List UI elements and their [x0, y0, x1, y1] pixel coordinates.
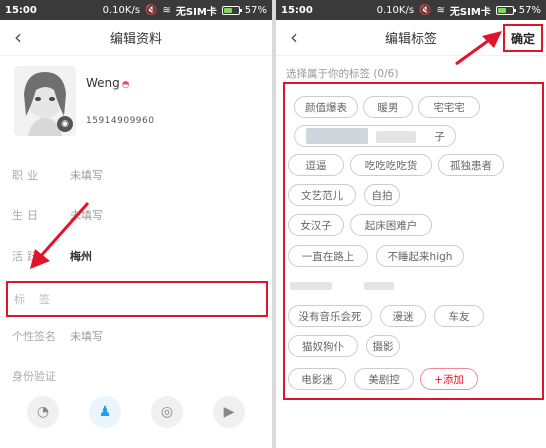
nav-bar: ‹ 编辑资料 [0, 20, 272, 56]
tag-chip[interactable]: 颜值爆表 [294, 96, 358, 118]
tag-chip[interactable]: 宅宅宅 [418, 96, 480, 118]
blurred-text [290, 282, 332, 290]
back-icon[interactable]: ‹ [290, 27, 298, 47]
row-job[interactable]: 职业 未填写 [0, 163, 272, 187]
female-icon: ◓ [121, 80, 130, 90]
status-time: 15:00 [5, 4, 37, 16]
page-title: 编辑标签 [384, 32, 437, 47]
nav-bar: ‹ 编辑标签 确定 [276, 20, 546, 56]
add-tag-button[interactable]: +添加 [420, 368, 478, 390]
blurred-text [376, 131, 416, 143]
battery-percent: 57% [244, 4, 267, 16]
tag-chip[interactable]: 文艺范儿 [288, 184, 356, 206]
tag-chip[interactable]: 吃吃吃吃货 [350, 154, 432, 176]
row-label: 活跃 [12, 250, 42, 263]
tag-chip[interactable]: 不睡起来high [376, 245, 464, 267]
row-tags[interactable]: 标签 [6, 281, 268, 317]
confirm-button[interactable]: 确定 [503, 24, 543, 52]
row-label: 生日 [12, 209, 42, 222]
battery-icon [495, 5, 516, 15]
row-label: 职业 [12, 169, 42, 182]
qq-icon[interactable]: ♟ [89, 396, 121, 428]
tags-hint: 选择属于你的标签 (0/6) [286, 68, 399, 80]
tag-chip[interactable]: 女汉子 [288, 214, 344, 236]
row-label: 标签 [14, 293, 64, 306]
profile-header: ◉ Weng ◓ 15914909960 [0, 56, 272, 144]
row-birthday[interactable]: 生日 未填写 [0, 203, 272, 227]
row-identity: 身份验证 [0, 364, 272, 388]
row-value: 未填写 [70, 209, 103, 222]
camera-icon[interactable]: ◉ [57, 116, 73, 132]
page-title: 编辑资料 [109, 32, 162, 47]
edit-tags-screen: 15:00 0.10K/s 🔇 ≋ 无SIM卡 57% ‹ 编辑标签 确定 选择… [276, 0, 546, 448]
tag-chip[interactable]: 电影迷 [288, 368, 346, 390]
row-value: 梅州 [70, 250, 92, 263]
tag-chip[interactable]: 猫奴狗仆 [288, 335, 358, 357]
status-bar: 15:00 0.10K/s 🔇 ≋ 无SIM卡 57% [276, 0, 546, 20]
edit-profile-screen: 15:00 0.10K/s 🔇 ≋ 无SIM卡 57% ‹ 编辑资料 ◉ Wen… [0, 0, 272, 448]
status-time: 15:00 [281, 4, 313, 16]
tag-chip[interactable]: 一直在路上 [288, 245, 368, 267]
mute-icon: 🔇 [419, 4, 432, 16]
username: Weng [86, 76, 120, 90]
sim-status: 无SIM卡 [175, 6, 217, 18]
video-camera-icon[interactable]: ▶ [213, 396, 245, 428]
wifi-icon: ≋ [436, 4, 445, 16]
row-label: 身份验证 [12, 370, 56, 383]
row-value: 未填写 [70, 169, 103, 182]
row-active-area[interactable]: 活跃 梅州 [0, 244, 272, 268]
row-label: 个性签名 [12, 330, 56, 343]
tag-chip[interactable]: 孤独患者 [438, 154, 504, 176]
network-speed: 0.10K/s [102, 4, 141, 16]
mute-icon: 🔇 [145, 4, 158, 16]
tag-chip[interactable]: 逗逼 [288, 154, 344, 176]
weibo-icon[interactable]: ◎ [151, 396, 183, 428]
back-icon[interactable]: ‹ [14, 27, 22, 47]
battery-icon [221, 5, 242, 15]
blurred-text [364, 282, 394, 290]
battery-percent: 57% [518, 4, 541, 16]
social-accounts: ◔ ♟ ◎ ▶ [0, 392, 272, 432]
user-phone: 15914909960 [86, 116, 155, 126]
tag-chip[interactable]: 起床困难户 [350, 214, 432, 236]
row-value: 未填写 [70, 330, 103, 343]
row-signature[interactable]: 个性签名 未填写 [0, 324, 272, 348]
tag-chip[interactable]: 漫迷 [380, 305, 426, 327]
tag-chip[interactable]: 自拍 [364, 184, 400, 206]
wifi-icon: ≋ [162, 4, 171, 16]
tag-chip[interactable]: 没有音乐会死 [288, 305, 372, 327]
redacted-text [306, 128, 368, 144]
network-speed: 0.10K/s [376, 4, 415, 16]
tag-chip[interactable]: 暖男 [363, 96, 413, 118]
status-bar: 15:00 0.10K/s 🔇 ≋ 无SIM卡 57% [0, 0, 272, 20]
wechat-icon[interactable]: ◔ [27, 396, 59, 428]
tag-chip[interactable]: 车友 [434, 305, 484, 327]
tag-chip[interactable]: 美剧控 [354, 368, 414, 390]
tag-chip[interactable]: 摄影 [366, 335, 400, 357]
sim-status: 无SIM卡 [449, 6, 491, 18]
